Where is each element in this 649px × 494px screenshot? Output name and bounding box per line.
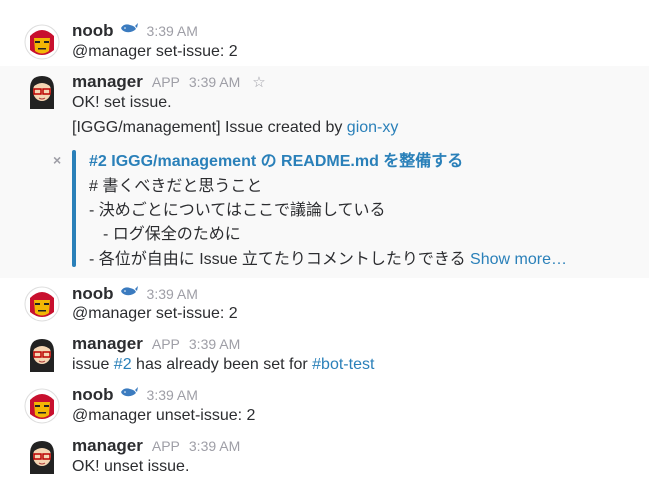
timestamp[interactable]: 3:39 AM [147,23,198,39]
show-more-link[interactable]: Show more… [470,251,567,268]
text-middle: has already been set for [131,356,313,373]
timestamp[interactable]: 3:39 AM [189,438,240,454]
attachment-line-text: - 各位が自由に Issue 立てたりコメントしたりできる [89,251,471,268]
sender-name[interactable]: noob [72,284,114,304]
message-text: issue #2 has already been set for #bot-t… [72,356,374,374]
channel-link[interactable]: #bot-test [312,356,374,373]
sender-name[interactable]: noob [72,385,114,405]
whale-icon [120,284,138,296]
message-text: OK! set issue. [72,94,172,111]
attachment-line: - ログ保全のために [103,220,241,244]
timestamp[interactable]: 3:39 AM [147,286,198,302]
whale-icon [120,21,138,33]
sender-name[interactable]: manager [72,334,143,354]
noob-avatar-icon[interactable] [24,286,60,322]
message-manager-4: manager APP 3:39 AM issue #2 has already… [0,330,649,382]
manager-avatar-icon[interactable] [24,336,60,372]
noob-avatar-icon[interactable] [24,388,60,424]
message-noob-1: noob 3:39 AM @manager set-issue: 2 [0,0,649,66]
timestamp[interactable]: 3:39 AM [189,336,240,352]
text-prefix: issue [72,356,114,373]
app-badge: APP [151,336,180,352]
message-manager-6: manager APP 3:39 AM OK! unset issue. [0,432,649,494]
sender-name[interactable]: noob [72,21,114,41]
whale-icon [120,385,138,397]
message-text-issue-created: [IGGG/management] Issue created by gion-… [72,119,398,137]
user-link[interactable]: gion-xy [347,119,399,136]
app-badge: APP [151,74,180,90]
attachment-line: # 書くべきだと思うこと [89,178,263,195]
timestamp[interactable]: 3:39 AM [189,74,240,90]
issue-created-prefix: [IGGG/management] Issue created by [72,119,347,136]
message-text: @manager set-issue: 2 [72,305,238,322]
noob-avatar-icon[interactable] [24,24,60,60]
attachment-line: - 各位が自由に Issue 立てたりコメントしたりできる Show more… [89,245,567,269]
manager-avatar-icon[interactable] [24,438,60,474]
attachment-title-link[interactable]: #2 IGGG/management の README.md を整備する [89,147,463,171]
timestamp[interactable]: 3:39 AM [147,387,198,403]
star-icon[interactable]: ☆ [252,73,265,91]
manager-avatar-icon[interactable] [24,73,60,109]
issue-link[interactable]: #2 [114,356,132,373]
message-text: @manager set-issue: 2 [72,43,238,60]
sender-name[interactable]: manager [72,436,143,456]
message-noob-3: noob 3:39 AM @manager set-issue: 2 [0,278,649,330]
message-text: OK! unset issue. [72,458,190,475]
message-text: @manager unset-issue: 2 [72,407,256,424]
message-noob-5: noob 3:39 AM @manager unset-issue: 2 [0,382,649,432]
sender-name[interactable]: manager [72,72,143,92]
app-badge: APP [151,438,180,454]
attachment-line-text: - ログ保全のために [103,226,241,243]
attachment-line: - 決めごとについてはここで議論している [89,202,386,219]
close-icon[interactable]: × [53,152,61,168]
attachment-accent-bar [72,150,76,267]
